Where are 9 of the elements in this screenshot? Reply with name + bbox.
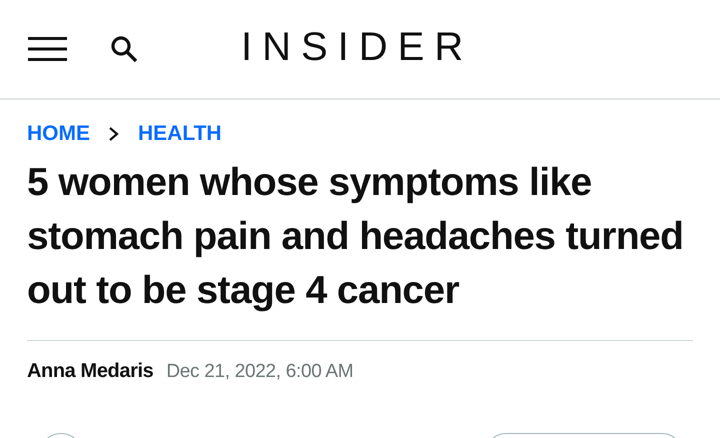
- breadcrumb-link[interactable]: HOME: [27, 122, 90, 146]
- article-headline: 5 women whose symptoms like stomach pain and headaches turned out to be stage 4 cancer: [27, 160, 684, 314]
- publish-date: Dec 21, 2022, 6:00 AM: [166, 361, 354, 383]
- author-name[interactable]: Anna Medaris: [27, 360, 154, 383]
- search-icon[interactable]: [110, 35, 138, 63]
- chevron-right-icon: [108, 126, 120, 142]
- breadcrumb-link[interactable]: HEALTH: [138, 122, 222, 146]
- site-logo[interactable]: INSIDER: [241, 27, 474, 67]
- menu-icon[interactable]: [28, 36, 67, 62]
